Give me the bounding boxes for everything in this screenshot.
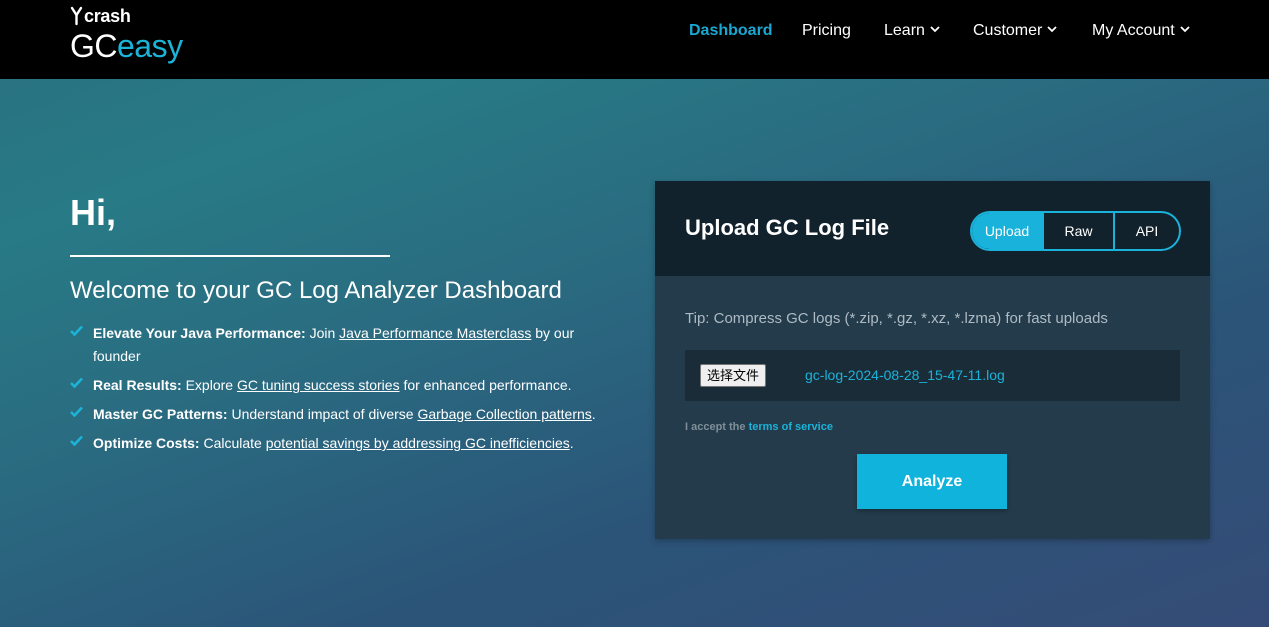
feature-list: Elevate Your Java Performance: Join Java… — [70, 322, 615, 461]
heading-divider — [70, 255, 390, 257]
terms-acceptance: I accept the terms of service — [685, 421, 833, 433]
gceasy-logo-text: GCeasy — [70, 29, 183, 63]
feature-title: Optimize Costs: — [93, 435, 200, 451]
upload-tip: Tip: Compress GC logs (*.zip, *.gz, *.xz… — [685, 310, 1108, 327]
nav-pricing-label: Pricing — [802, 22, 851, 39]
check-icon — [70, 325, 83, 336]
file-input: 选择文件 gc-log-2024-08-28_15-47-11.log — [685, 350, 1180, 401]
feature-text: Explore — [181, 377, 237, 393]
gc-patterns-link[interactable]: Garbage Collection patterns — [417, 406, 591, 422]
nav-customer[interactable]: Customer — [973, 22, 1057, 40]
nav-learn-label: Learn — [884, 22, 925, 39]
nav-learn[interactable]: Learn — [884, 22, 940, 40]
check-icon — [70, 406, 83, 417]
selected-file-name: gc-log-2024-08-28_15-47-11.log — [805, 367, 1005, 383]
chevron-down-icon — [1180, 26, 1190, 33]
java-masterclass-link[interactable]: Java Performance Masterclass — [339, 325, 531, 341]
ycrash-y-icon — [70, 6, 83, 26]
feature-text: Calculate — [199, 435, 266, 451]
logo-gc-text: GC — [70, 28, 118, 64]
terms-prefix: I accept the — [685, 421, 749, 433]
feature-text: . — [569, 435, 574, 451]
upload-card-header: Upload GC Log File Upload Raw API — [655, 181, 1210, 276]
feature-text: Understand impact of diverse — [227, 406, 418, 422]
choose-file-button[interactable]: 选择文件 — [700, 364, 767, 387]
feature-item: Optimize Costs: Calculate potential savi… — [70, 432, 615, 455]
chevron-down-icon — [930, 26, 940, 33]
ycrash-logo: crash — [70, 4, 183, 28]
success-stories-link[interactable]: GC tuning success stories — [237, 377, 400, 393]
logo-easy-text: easy — [117, 28, 183, 64]
nav-dashboard-label: Dashboard — [689, 22, 773, 39]
ycrash-logo-text: crash — [84, 5, 131, 26]
feature-text: for enhanced performance. — [399, 377, 572, 393]
tab-api[interactable]: API — [1113, 213, 1179, 249]
upload-card: Upload GC Log File Upload Raw API Tip: C… — [655, 181, 1210, 539]
chevron-down-icon — [1047, 26, 1057, 33]
feature-item: Real Results: Explore GC tuning success … — [70, 374, 615, 397]
upload-card-title: Upload GC Log File — [685, 215, 890, 240]
top-navbar: crash GCeasy Dashboard Pricing Learn Cus… — [0, 0, 1269, 79]
feature-title: Master GC Patterns: — [93, 406, 228, 422]
feature-item: Elevate Your Java Performance: Join Java… — [70, 322, 615, 368]
nav-my-account[interactable]: My Account — [1092, 22, 1190, 40]
nav-my-account-label: My Account — [1092, 22, 1175, 39]
feature-item: Master GC Patterns: Understand impact of… — [70, 403, 615, 426]
potential-savings-link[interactable]: potential savings by addressing GC ineff… — [266, 435, 570, 451]
check-icon — [70, 377, 83, 388]
feature-title: Real Results: — [93, 377, 182, 393]
gceasy-logo[interactable]: crash GCeasy — [70, 4, 183, 64]
terms-of-service-link[interactable]: terms of service — [749, 421, 833, 433]
tab-upload[interactable]: Upload — [972, 213, 1042, 249]
upload-mode-tabs: Upload Raw API — [970, 211, 1181, 251]
greeting-heading: Hi, — [70, 192, 117, 233]
nav-customer-label: Customer — [973, 22, 1043, 39]
tab-raw[interactable]: Raw — [1042, 213, 1113, 249]
feature-title: Elevate Your Java Performance: — [93, 325, 306, 341]
analyze-button[interactable]: Analyze — [857, 454, 1007, 509]
check-icon — [70, 435, 83, 446]
feature-text: . — [591, 406, 596, 422]
welcome-title: Welcome to your GC Log Analyzer Dashboar… — [70, 277, 562, 304]
feature-text: Join — [305, 325, 340, 341]
nav-dashboard[interactable]: Dashboard — [689, 22, 773, 40]
nav-pricing[interactable]: Pricing — [802, 22, 851, 40]
